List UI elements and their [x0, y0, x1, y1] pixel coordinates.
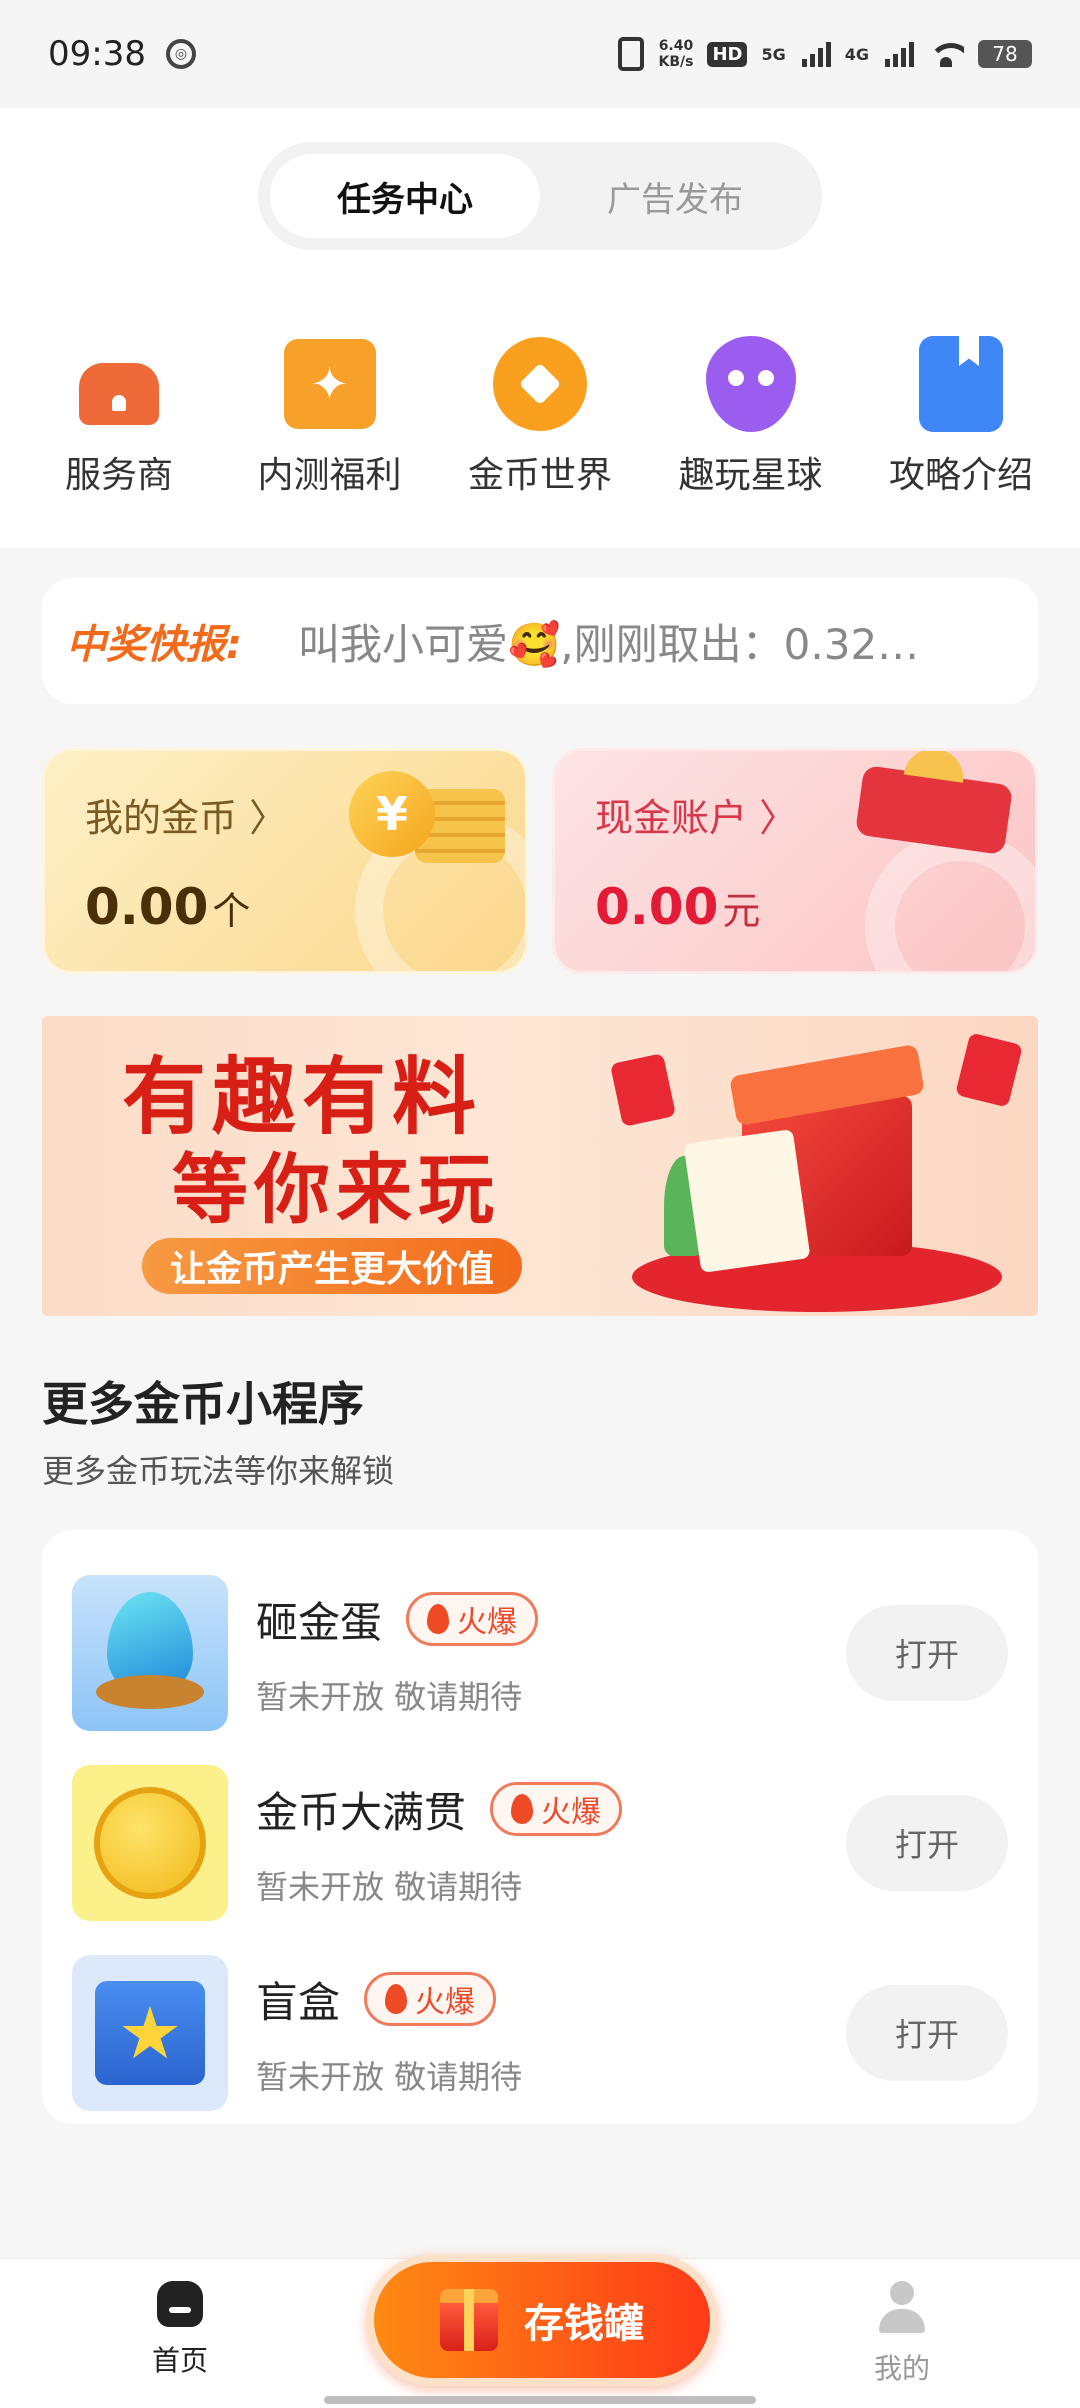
my-coins-card[interactable]: ¥ 我的金币 〉 0.00 个 [42, 748, 528, 974]
quick-entry-label: 内测福利 [257, 455, 402, 496]
piggy-bank-label: 存钱罐 [524, 2301, 644, 2347]
hot-badge-label: 火爆 [415, 1985, 476, 2020]
quick-entry-coin-world[interactable]: 金币世界 [437, 336, 643, 498]
quick-entry-label: 服务商 [64, 455, 173, 496]
gift-icon [440, 2289, 498, 2351]
sim1-network-label: 5G [761, 44, 786, 64]
network-speed-unit: KB/s [658, 54, 694, 70]
cash-account-card[interactable]: 现金账户 〉 0.00 元 [552, 748, 1038, 974]
vpn-icon: ◎ [165, 39, 196, 69]
banner-headline-2: 等你来玩 [172, 1145, 500, 1234]
house-icon [71, 336, 167, 432]
my-coins-title: 我的金币 〉 [85, 796, 288, 840]
open-button[interactable]: 打开 [846, 1605, 1008, 1701]
vibrate-icon [618, 37, 645, 71]
status-time: 09:38 [48, 34, 146, 74]
home-icon [157, 2281, 203, 2327]
tab-home[interactable]: 首页 [100, 2281, 260, 2379]
quick-entry-label: 金币世界 [467, 455, 612, 496]
list-item-name: 砸金蛋 [256, 1597, 383, 1647]
list-item-name: 盲盒 [256, 1977, 341, 2027]
tab-home-label: 首页 [151, 2344, 208, 2377]
my-coins-value-line: 0.00 个 [85, 878, 485, 936]
quick-entry-fun-planet[interactable]: 趣玩星球 [648, 336, 854, 498]
quick-entry-service-provider[interactable]: 服务商 [16, 336, 222, 498]
open-button[interactable]: 打开 [846, 1985, 1008, 2081]
tab-mine[interactable]: 我的 [822, 2281, 982, 2387]
quick-entry-guide[interactable]: 攻略介绍 [858, 336, 1064, 498]
signal-icon [885, 41, 914, 67]
open-button[interactable]: 打开 [846, 1795, 1008, 1891]
cash-unit: 元 [722, 889, 761, 933]
bookmark-icon [913, 336, 1009, 432]
cash-value: 0.00 [595, 878, 719, 936]
gift-star-icon: ✦ [282, 336, 378, 432]
wifi-icon [928, 41, 964, 67]
hot-badge: 火爆 [490, 1782, 623, 1836]
gold-coin-icon [72, 1765, 228, 1921]
quick-entry-label: 攻略介绍 [888, 455, 1033, 496]
blind-box-icon: ★ [72, 1955, 228, 2111]
hd-icon: HD [707, 41, 748, 67]
red-envelope-icon [609, 1053, 677, 1127]
tab-mine-label: 我的 [873, 2352, 930, 2385]
top-panel: 任务中心 广告发布 服务商 ✦ 内测福利 金币世界 趣玩星球 攻略介绍 [0, 108, 1080, 548]
flame-icon [511, 1794, 534, 1824]
flame-icon [427, 1604, 450, 1634]
alien-icon [703, 336, 799, 432]
quick-entry-beta-benefits[interactable]: ✦ 内测福利 [227, 336, 433, 498]
my-coins-value: 0.00 [85, 878, 209, 936]
promo-banner[interactable]: 有趣有料 等你来玩 让金币产生更大价值 [42, 1016, 1038, 1316]
flame-icon [385, 1984, 408, 2014]
status-bar: 09:38 ◎ 6.40 KB/s HD 5G 4G 78 [0, 0, 1080, 108]
hot-badge-label: 火爆 [541, 1795, 602, 1830]
ticker-label: 中奖快报: [66, 622, 242, 668]
network-speed: 6.40 KB/s [658, 38, 693, 70]
red-envelope-icon [955, 1032, 1023, 1108]
banner-tagline: 让金币产生更大价值 [142, 1238, 523, 1294]
signal-icon [801, 41, 831, 67]
hot-badge: 火爆 [364, 1972, 497, 2026]
golden-egg-icon [72, 1575, 228, 1731]
hot-badge: 火爆 [406, 1592, 539, 1646]
list-item: 金币大满贯 火爆 暂未开放 敬请期待 打开 [72, 1748, 1008, 1938]
coin-diamond-icon [492, 336, 588, 432]
list-item-name: 金币大满贯 [256, 1787, 467, 1837]
cash-account-title: 现金账户 〉 [595, 796, 798, 840]
hot-badge-label: 火爆 [457, 1605, 518, 1640]
network-speed-value: 6.40 [658, 38, 694, 54]
cash-value-line: 0.00 元 [595, 878, 995, 936]
section-title: 更多金币小程序 [42, 1377, 364, 1431]
ticker-text: 叫我小可爱🥰,刚刚取出：0.32… [298, 619, 920, 669]
mini-program-list: 砸金蛋 火爆 暂未开放 敬请期待 打开 金币大满贯 火爆 暂未开放 敬请期待 打… [42, 1530, 1038, 2124]
piggy-bank-button[interactable]: 存钱罐 [366, 2254, 718, 2386]
scroll-illustration [683, 1128, 811, 1274]
sim2-network-label: 4G [844, 44, 869, 64]
quick-entry-row: 服务商 ✦ 内测福利 金币世界 趣玩星球 攻略介绍 [0, 336, 1080, 498]
list-item: ★ 盲盒 火爆 暂未开放 敬请期待 打开 [72, 1938, 1008, 2128]
battery-icon: 78 [978, 40, 1032, 68]
quick-entry-label: 趣玩星球 [678, 455, 823, 496]
user-icon [877, 2281, 927, 2335]
my-coins-unit: 个 [212, 889, 251, 933]
tab-ad-publish[interactable]: 广告发布 [540, 154, 810, 238]
segmented-control: 任务中心 广告发布 [258, 142, 822, 250]
list-item: 砸金蛋 火爆 暂未开放 敬请期待 打开 [72, 1558, 1008, 1748]
winning-news-ticker[interactable]: 中奖快报: 叫我小可爱🥰,刚刚取出：0.32… [42, 578, 1038, 704]
status-indicators: 6.40 KB/s HD 5G 4G 78 [618, 37, 1032, 71]
tab-task-center[interactable]: 任务中心 [270, 154, 540, 238]
home-indicator[interactable] [324, 2396, 756, 2404]
section-subtitle: 更多金币玩法等你来解锁 [42, 1452, 395, 1490]
